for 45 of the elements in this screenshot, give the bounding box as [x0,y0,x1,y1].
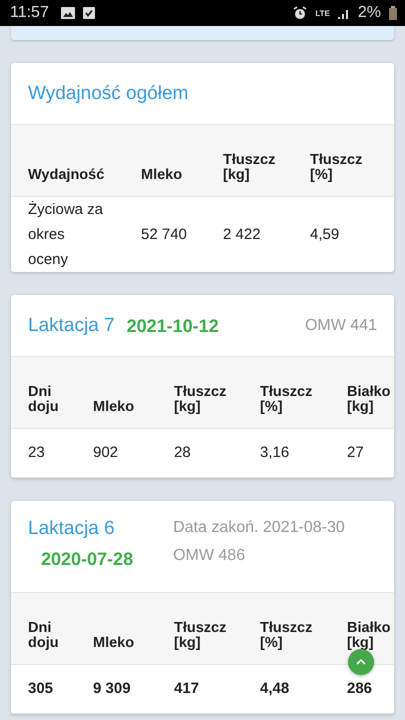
column-header: Tłuszcz [kg] [174,385,226,415]
column-header: Dni doju [28,621,59,651]
checkbox-icon [82,7,95,19]
column-header: Mleko [93,400,134,415]
omw-value: OMW 486 [173,546,246,566]
table-cell-text: 9 309 [93,680,132,698]
end-date: Data zakoń. 2021-08-30 [173,518,345,538]
table-cell-text: 4,59 [310,225,340,245]
alarm-icon [293,6,308,20]
omw-value: OMW 441 [304,317,377,335]
column-header: Białko [kg] [347,621,391,651]
signal-icon [338,7,350,19]
start-date: 2021-10-12 [126,316,219,336]
table-cell-text: Życiowa za okres oceny [28,200,104,270]
start-date: 2020-07-28 [41,548,134,571]
column-header: Tłuszcz [%] [260,621,312,651]
table-cell-text: 286 [347,680,374,698]
column-header: Białko [kg] [347,385,391,415]
card-title: Laktacja 6 [28,517,116,541]
image-icon [60,7,75,19]
table-cell-text: 27 [347,444,365,462]
table-cell-text: 3,16 [260,444,290,462]
column-header: Mleko [93,636,134,651]
card-title: Laktacja 7 [28,315,115,337]
network-type: LTE [315,8,330,18]
column-header: Mleko [141,168,182,183]
table-cell-text: 417 [174,680,200,698]
table-cell-text: 4,48 [260,680,290,698]
table-cell-text: 52 740 [141,225,188,245]
table-cell-text: 305 [28,680,54,698]
column-header: Wydajność [28,168,104,183]
chevron-up-icon [355,658,367,666]
column-header: Dni doju [28,385,59,415]
table-cell-text: 28 [174,444,192,462]
table-cell-text: 902 [93,444,120,462]
card-title: Wydajność ogółem [28,83,188,105]
clock: 11:57 [10,4,49,22]
column-header: Tłuszcz [%] [260,385,312,415]
battery-level: 2% [358,4,381,22]
column-header: Tłuszcz [kg] [174,621,226,651]
table-cell-text: 23 [28,444,46,462]
column-header: Tłuszcz [kg] [223,153,276,183]
column-header: Tłuszcz [%] [310,153,362,183]
table-cell-text: 2 422 [223,225,262,245]
battery-icon [389,6,397,20]
